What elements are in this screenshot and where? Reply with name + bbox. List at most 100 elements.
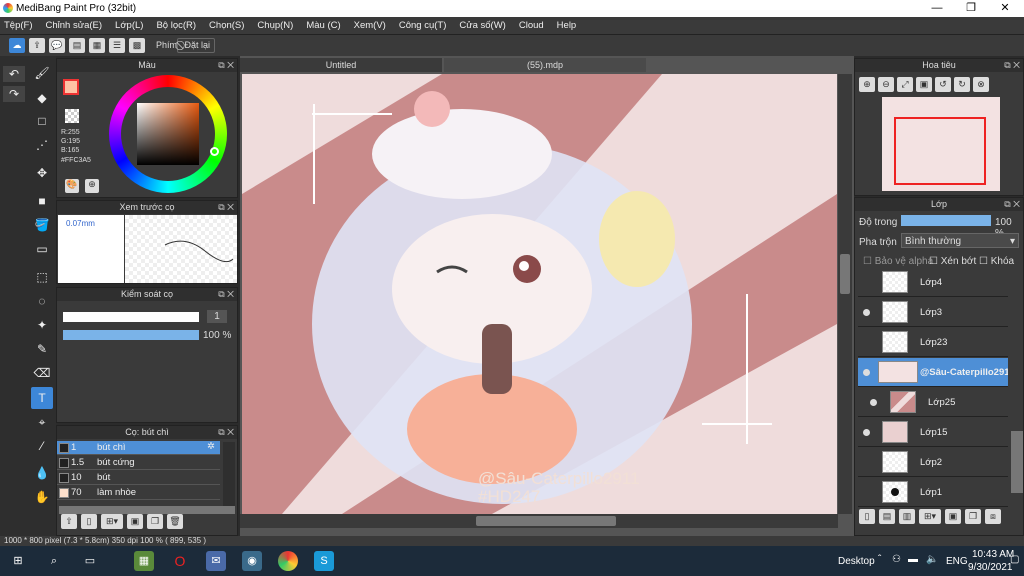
canvas-hscrollbar[interactable] <box>240 514 838 528</box>
layer-row[interactable]: Lớp3 <box>858 298 1008 327</box>
share-icon[interactable]: ⇪ <box>29 38 45 53</box>
menu-snap[interactable]: Chụp(N) <box>257 20 293 31</box>
menu-window[interactable]: Cửa số(W) <box>459 20 505 31</box>
redo-icon[interactable]: ↷ <box>3 86 25 102</box>
layer-row[interactable]: Lớp25 <box>858 388 1008 417</box>
panel-close-icon[interactable]: ⧉ ✕ <box>1004 198 1020 211</box>
skype-icon[interactable]: S <box>314 551 334 571</box>
gear-icon[interactable]: ✲ <box>207 441 215 452</box>
layer-row[interactable]: Lớp4 <box>858 268 1008 297</box>
game-app-icon[interactable]: ▦ <box>134 551 154 571</box>
lasso-tool-icon[interactable]: ◌ <box>31 290 53 312</box>
dot-tool-icon[interactable]: ⋰ <box>31 134 53 156</box>
hscroll-thumb[interactable] <box>476 516 616 526</box>
panel-close-icon[interactable]: ⧉ ✕ <box>218 288 234 301</box>
actual-size-icon[interactable]: ▣ <box>916 77 932 92</box>
protect-alpha-checkbox[interactable]: ☐ Bảo vệ alpha <box>863 256 933 267</box>
reset-button[interactable]: ⃠ Đặt lại <box>177 38 216 53</box>
rotate-left-icon[interactable]: ↺ <box>935 77 951 92</box>
merge-layer-icon[interactable]: ⧈ <box>985 509 1001 524</box>
fit-icon[interactable]: ⤢ <box>897 77 913 92</box>
layer-row[interactable]: Lớp2 <box>858 448 1008 477</box>
text-tool-icon[interactable]: T <box>31 387 53 409</box>
volume-icon[interactable]: 🔈 <box>926 554 938 565</box>
folder-icon[interactable]: ▣ <box>945 509 961 524</box>
brush-item[interactable]: 10 bút <box>57 471 220 485</box>
brush-delete-icon[interactable]: 🗑 <box>167 514 183 529</box>
notifications-icon[interactable]: ▢ <box>1010 554 1019 565</box>
blend-mode-select[interactable]: Bình thường ▾ <box>901 233 1019 248</box>
menu-file[interactable]: Tệp(F) <box>4 20 33 31</box>
vscroll-thumb[interactable] <box>840 254 850 294</box>
gradient-tool-icon[interactable]: ▭ <box>31 238 53 260</box>
language-indicator[interactable]: ENG <box>946 556 968 567</box>
layer-opacity-slider[interactable] <box>901 215 991 226</box>
palette-icon[interactable]: 🎨 <box>65 179 79 193</box>
medibang-taskbar-icon[interactable]: ◉ <box>242 551 262 571</box>
layer-row[interactable]: Lớp23 <box>858 328 1008 357</box>
hue-cursor[interactable] <box>210 147 219 156</box>
maximize-button[interactable]: ❐ <box>954 0 988 17</box>
cloud-icon[interactable]: ☁ <box>9 38 25 53</box>
people-icon[interactable]: ⚇ <box>892 554 901 565</box>
reset-rotation-icon[interactable]: ⊗ <box>973 77 989 92</box>
new-layer-icon[interactable]: ▯ <box>859 509 875 524</box>
navigator-thumbnail[interactable] <box>882 97 1000 191</box>
menu-filter[interactable]: Bộ lọc(R) <box>156 20 196 31</box>
brush-list-hscroll[interactable] <box>59 506 235 514</box>
panel-close-icon[interactable]: ⧉ ✕ <box>1004 59 1020 72</box>
menu-view[interactable]: Xem(V) <box>354 20 386 31</box>
brush-new-icon[interactable]: ▯ <box>81 514 97 529</box>
primary-color-swatch[interactable] <box>63 79 79 95</box>
minimize-button[interactable]: — <box>920 0 954 17</box>
brush-size-slider[interactable] <box>63 312 199 322</box>
desktop-label[interactable]: Desktop <box>838 556 875 567</box>
chrome-icon[interactable] <box>278 551 298 571</box>
clip-checkbox[interactable]: ☐ Xén bớt <box>929 256 976 267</box>
eraser-tool-icon[interactable]: ◆ <box>31 87 53 109</box>
tab-untitled[interactable]: Untitled <box>240 58 442 72</box>
brush-import-icon[interactable]: ⇧ <box>61 514 77 529</box>
bucket-tool-icon[interactable]: 🪣 <box>31 214 53 236</box>
layer-row[interactable]: Lớp1 <box>858 478 1008 507</box>
add-layer-icon[interactable]: ⊞▾ <box>919 509 941 524</box>
brush-item[interactable]: 1 bút chì ✲ <box>57 441 220 455</box>
menu-layer[interactable]: Lớp(L) <box>115 20 143 31</box>
list-icon[interactable]: ☰ <box>109 38 125 53</box>
navigator-viewport[interactable] <box>894 117 986 185</box>
new-layer-8bit-icon[interactable]: ▤ <box>879 509 895 524</box>
duplicate-layer-icon[interactable]: ❐ <box>965 509 981 524</box>
saturation-square[interactable] <box>137 103 199 165</box>
visibility-icon[interactable] <box>863 309 870 316</box>
undo-icon[interactable]: ↶ <box>3 66 25 82</box>
select-pen-tool-icon[interactable]: ✎ <box>31 338 53 360</box>
hand-tool-icon[interactable]: ✋ <box>31 486 53 508</box>
grid-icon[interactable]: ▩ <box>129 38 145 53</box>
layer-row-selected[interactable]: @Sâu-Caterpillo2911 <box>858 358 1008 387</box>
transparent-swatch[interactable] <box>65 109 79 123</box>
eyedropper-tool-icon[interactable]: 💧 <box>31 462 53 484</box>
divide-tool-icon[interactable]: ⁄ <box>31 435 53 457</box>
lock-checkbox[interactable]: ☐ Khóa <box>979 256 1014 267</box>
magic-wand-tool-icon[interactable]: ✦ <box>31 314 53 336</box>
brush-copy-icon[interactable]: ❐ <box>147 514 163 529</box>
menu-select[interactable]: Chọn(S) <box>209 20 244 31</box>
menu-tools[interactable]: Công cụ(T) <box>399 20 447 31</box>
rotate-right-icon[interactable]: ↻ <box>954 77 970 92</box>
visibility-icon[interactable] <box>863 369 870 376</box>
layer-list-scroll-thumb[interactable] <box>1011 431 1023 493</box>
messenger-icon[interactable]: ✉ <box>206 551 226 571</box>
select-eraser-tool-icon[interactable]: ⌫ <box>31 362 53 384</box>
brush-size-value[interactable]: 1 <box>207 310 227 323</box>
brush-add-icon[interactable]: ⊞▾ <box>101 514 123 529</box>
menu-cloud[interactable]: Cloud <box>519 20 544 31</box>
windows-start-icon[interactable]: ⊞ <box>8 551 28 571</box>
canvas-vscrollbar[interactable] <box>838 74 852 514</box>
visibility-icon[interactable] <box>870 399 877 406</box>
comment-icon[interactable]: ▤ <box>69 38 85 53</box>
document-icon[interactable]: ▦ <box>89 38 105 53</box>
panel-close-icon[interactable]: ⧉ ✕ <box>218 426 234 439</box>
chat-icon[interactable]: 💬 <box>49 38 65 53</box>
brush-item[interactable]: 70 làm nhòe <box>57 486 220 500</box>
chevron-up-icon[interactable]: ˆ <box>878 554 881 565</box>
